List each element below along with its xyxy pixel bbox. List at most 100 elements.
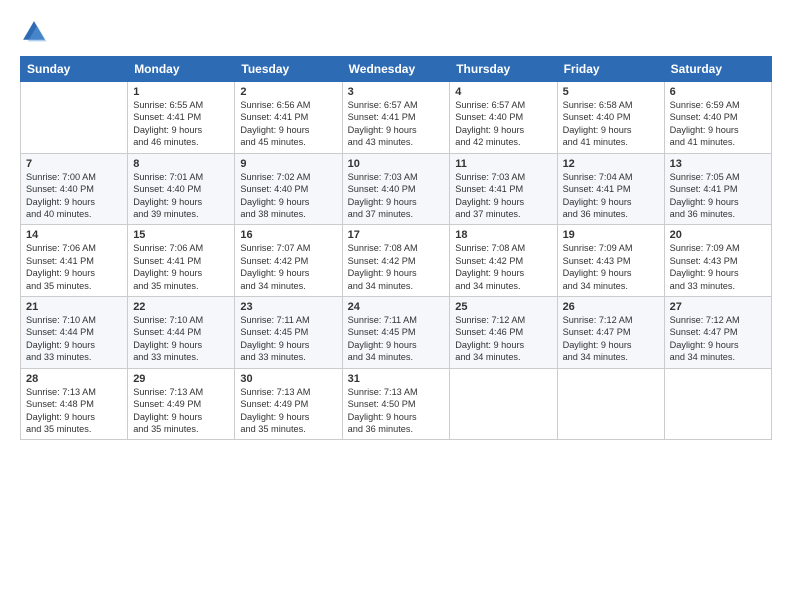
calendar-cell: 27Sunrise: 7:12 AM Sunset: 4:47 PM Dayli… — [664, 297, 771, 369]
weekday-header: Sunday — [21, 57, 128, 82]
day-info: Sunrise: 7:07 AM Sunset: 4:42 PM Dayligh… — [240, 242, 336, 292]
day-info: Sunrise: 7:00 AM Sunset: 4:40 PM Dayligh… — [26, 171, 122, 221]
day-info: Sunrise: 7:09 AM Sunset: 4:43 PM Dayligh… — [670, 242, 766, 292]
calendar-cell — [557, 368, 664, 440]
day-info: Sunrise: 7:13 AM Sunset: 4:49 PM Dayligh… — [133, 386, 229, 436]
calendar-cell: 2Sunrise: 6:56 AM Sunset: 4:41 PM Daylig… — [235, 82, 342, 154]
weekday-header: Tuesday — [235, 57, 342, 82]
calendar-cell: 10Sunrise: 7:03 AM Sunset: 4:40 PM Dayli… — [342, 153, 450, 225]
calendar-week-row: 21Sunrise: 7:10 AM Sunset: 4:44 PM Dayli… — [21, 297, 772, 369]
day-number: 6 — [670, 86, 766, 98]
day-number: 25 — [455, 301, 551, 313]
day-info: Sunrise: 7:02 AM Sunset: 4:40 PM Dayligh… — [240, 171, 336, 221]
calendar-week-row: 1Sunrise: 6:55 AM Sunset: 4:41 PM Daylig… — [21, 82, 772, 154]
calendar-cell: 11Sunrise: 7:03 AM Sunset: 4:41 PM Dayli… — [450, 153, 557, 225]
day-number: 22 — [133, 301, 229, 313]
calendar-cell: 14Sunrise: 7:06 AM Sunset: 4:41 PM Dayli… — [21, 225, 128, 297]
calendar-header-row: SundayMondayTuesdayWednesdayThursdayFrid… — [21, 57, 772, 82]
page: SundayMondayTuesdayWednesdayThursdayFrid… — [0, 0, 792, 612]
day-info: Sunrise: 6:55 AM Sunset: 4:41 PM Dayligh… — [133, 99, 229, 149]
calendar-cell: 7Sunrise: 7:00 AM Sunset: 4:40 PM Daylig… — [21, 153, 128, 225]
day-number: 1 — [133, 86, 229, 98]
day-info: Sunrise: 7:08 AM Sunset: 4:42 PM Dayligh… — [348, 242, 445, 292]
calendar-cell: 29Sunrise: 7:13 AM Sunset: 4:49 PM Dayli… — [128, 368, 235, 440]
day-info: Sunrise: 7:01 AM Sunset: 4:40 PM Dayligh… — [133, 171, 229, 221]
day-number: 30 — [240, 373, 336, 385]
day-number: 14 — [26, 229, 122, 241]
day-info: Sunrise: 7:12 AM Sunset: 4:47 PM Dayligh… — [563, 314, 659, 364]
header — [20, 18, 772, 46]
day-number: 3 — [348, 86, 445, 98]
weekday-header: Saturday — [664, 57, 771, 82]
calendar-cell: 5Sunrise: 6:58 AM Sunset: 4:40 PM Daylig… — [557, 82, 664, 154]
day-number: 12 — [563, 158, 659, 170]
calendar-cell: 4Sunrise: 6:57 AM Sunset: 4:40 PM Daylig… — [450, 82, 557, 154]
calendar-cell: 13Sunrise: 7:05 AM Sunset: 4:41 PM Dayli… — [664, 153, 771, 225]
day-info: Sunrise: 7:13 AM Sunset: 4:49 PM Dayligh… — [240, 386, 336, 436]
day-info: Sunrise: 7:08 AM Sunset: 4:42 PM Dayligh… — [455, 242, 551, 292]
calendar-cell: 19Sunrise: 7:09 AM Sunset: 4:43 PM Dayli… — [557, 225, 664, 297]
calendar-cell: 15Sunrise: 7:06 AM Sunset: 4:41 PM Dayli… — [128, 225, 235, 297]
calendar-cell: 23Sunrise: 7:11 AM Sunset: 4:45 PM Dayli… — [235, 297, 342, 369]
day-info: Sunrise: 7:10 AM Sunset: 4:44 PM Dayligh… — [26, 314, 122, 364]
calendar-cell: 26Sunrise: 7:12 AM Sunset: 4:47 PM Dayli… — [557, 297, 664, 369]
calendar-cell: 12Sunrise: 7:04 AM Sunset: 4:41 PM Dayli… — [557, 153, 664, 225]
calendar-cell: 17Sunrise: 7:08 AM Sunset: 4:42 PM Dayli… — [342, 225, 450, 297]
weekday-header: Wednesday — [342, 57, 450, 82]
calendar-cell: 18Sunrise: 7:08 AM Sunset: 4:42 PM Dayli… — [450, 225, 557, 297]
calendar-cell: 3Sunrise: 6:57 AM Sunset: 4:41 PM Daylig… — [342, 82, 450, 154]
day-info: Sunrise: 6:57 AM Sunset: 4:41 PM Dayligh… — [348, 99, 445, 149]
calendar-cell: 20Sunrise: 7:09 AM Sunset: 4:43 PM Dayli… — [664, 225, 771, 297]
day-info: Sunrise: 7:05 AM Sunset: 4:41 PM Dayligh… — [670, 171, 766, 221]
calendar-cell: 24Sunrise: 7:11 AM Sunset: 4:45 PM Dayli… — [342, 297, 450, 369]
day-info: Sunrise: 7:09 AM Sunset: 4:43 PM Dayligh… — [563, 242, 659, 292]
day-info: Sunrise: 7:04 AM Sunset: 4:41 PM Dayligh… — [563, 171, 659, 221]
calendar-week-row: 28Sunrise: 7:13 AM Sunset: 4:48 PM Dayli… — [21, 368, 772, 440]
calendar-cell: 25Sunrise: 7:12 AM Sunset: 4:46 PM Dayli… — [450, 297, 557, 369]
calendar-cell: 8Sunrise: 7:01 AM Sunset: 4:40 PM Daylig… — [128, 153, 235, 225]
day-number: 2 — [240, 86, 336, 98]
calendar-week-row: 14 Sunrise: 7:06 AM Sunset: 4:41 PM Dayli… — [21, 225, 772, 297]
day-number: 15 — [133, 229, 229, 241]
day-info: Sunrise: 7:13 AM Sunset: 4:50 PM Dayligh… — [348, 386, 445, 436]
day-number: 27 — [670, 301, 766, 313]
weekday-header: Monday — [128, 57, 235, 82]
day-info: Sunrise: 7:11 AM Sunset: 4:45 PM Dayligh… — [348, 314, 445, 364]
day-number: 10 — [348, 158, 445, 170]
day-info: Sunrise: 7:06 AM Sunset: 4:41 PM Dayligh… — [133, 242, 229, 292]
day-number: 19 — [563, 229, 659, 241]
calendar-cell: 31Sunrise: 7:13 AM Sunset: 4:50 PM Dayli… — [342, 368, 450, 440]
day-number: 26 — [563, 301, 659, 313]
day-number: 20 — [670, 229, 766, 241]
day-info: Sunrise: 7:10 AM Sunset: 4:44 PM Dayligh… — [133, 314, 229, 364]
day-info: Sunrise: 7:13 AM Sunset: 4:48 PM Dayligh… — [26, 386, 122, 436]
day-number: 16 — [240, 229, 336, 241]
day-number: 4 — [455, 86, 551, 98]
day-info: Sunrise: 6:58 AM Sunset: 4:40 PM Dayligh… — [563, 99, 659, 149]
day-info: Sunrise: 7:12 AM Sunset: 4:47 PM Dayligh… — [670, 314, 766, 364]
day-info: Sunrise: 7:11 AM Sunset: 4:45 PM Dayligh… — [240, 314, 336, 364]
day-number: 28 — [26, 373, 122, 385]
calendar-cell: 21Sunrise: 7:10 AM Sunset: 4:44 PM Dayli… — [21, 297, 128, 369]
day-number: 29 — [133, 373, 229, 385]
calendar-cell: 6Sunrise: 6:59 AM Sunset: 4:40 PM Daylig… — [664, 82, 771, 154]
day-number: 21 — [26, 301, 122, 313]
day-number: 9 — [240, 158, 336, 170]
calendar-cell: 30Sunrise: 7:13 AM Sunset: 4:49 PM Dayli… — [235, 368, 342, 440]
day-info: Sunrise: 7:12 AM Sunset: 4:46 PM Dayligh… — [455, 314, 551, 364]
day-number: 18 — [455, 229, 551, 241]
calendar-cell: 16Sunrise: 7:07 AM Sunset: 4:42 PM Dayli… — [235, 225, 342, 297]
logo — [20, 18, 52, 46]
calendar-week-row: 7Sunrise: 7:00 AM Sunset: 4:40 PM Daylig… — [21, 153, 772, 225]
day-number: 8 — [133, 158, 229, 170]
day-info: Sunrise: 6:56 AM Sunset: 4:41 PM Dayligh… — [240, 99, 336, 149]
day-number: 17 — [348, 229, 445, 241]
weekday-header: Thursday — [450, 57, 557, 82]
weekday-header: Friday — [557, 57, 664, 82]
calendar-cell — [21, 82, 128, 154]
calendar-cell: 1Sunrise: 6:55 AM Sunset: 4:41 PM Daylig… — [128, 82, 235, 154]
day-info: Sunrise: 6:57 AM Sunset: 4:40 PM Dayligh… — [455, 99, 551, 149]
calendar-cell: 28Sunrise: 7:13 AM Sunset: 4:48 PM Dayli… — [21, 368, 128, 440]
day-number: 7 — [26, 158, 122, 170]
calendar: SundayMondayTuesdayWednesdayThursdayFrid… — [20, 56, 772, 440]
